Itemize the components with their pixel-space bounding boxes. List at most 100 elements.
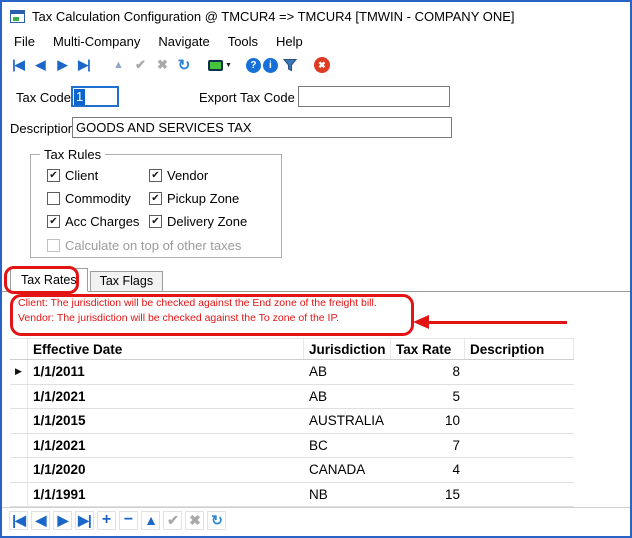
- header-jurisdiction[interactable]: Jurisdiction: [304, 339, 391, 359]
- cell-effective-date: 1/1/2011: [28, 360, 304, 384]
- rule-acc-charges: Acc Charges: [47, 214, 149, 229]
- cell-description: [465, 360, 574, 384]
- grid-nav-next-icon: ▶: [58, 512, 68, 529]
- table-row[interactable]: 1/1/2015 AUSTRALIA 10: [10, 409, 574, 434]
- dropdown-arrow-icon: ▼: [225, 62, 232, 69]
- tax-code-label: Tax Code: [16, 90, 71, 105]
- grid-up-button[interactable]: ▲: [141, 511, 160, 530]
- help-button[interactable]: ?: [246, 58, 261, 73]
- header-effective-date[interactable]: Effective Date: [28, 339, 304, 359]
- header-description[interactable]: Description: [465, 339, 574, 359]
- accept-button[interactable]: ✔: [130, 55, 150, 75]
- table-row[interactable]: 1/1/1991 NB 15: [10, 483, 574, 508]
- commodity-label: Commodity: [65, 191, 131, 206]
- cell-jurisdiction: CANADA: [304, 458, 391, 482]
- tab-tax-flags[interactable]: Tax Flags: [90, 271, 164, 292]
- cell-tax-rate: 4: [391, 458, 465, 482]
- tab-strip: Tax Rates Tax Flags: [2, 270, 630, 292]
- app-window: Tax Calculation Configuration @ TMCUR4 =…: [0, 0, 632, 538]
- rule-pickup-zone: Pickup Zone: [149, 191, 281, 206]
- delivery-zone-checkbox[interactable]: [149, 215, 162, 228]
- export-tax-code-input[interactable]: [298, 86, 450, 107]
- menu-bar: File Multi-Company Navigate Tools Help: [2, 30, 630, 52]
- cancel-button[interactable]: ✖: [152, 55, 172, 75]
- grid-accept-button[interactable]: ✔: [163, 511, 182, 530]
- description-input[interactable]: [72, 117, 452, 138]
- close-button[interactable]: ✖: [314, 57, 330, 73]
- cell-description: [465, 483, 574, 507]
- grid-check-icon: ✔: [167, 512, 178, 529]
- tax-rules-grid: Client Vendor Commodity Pickup Zone Acc …: [31, 155, 281, 229]
- tax-code-input[interactable]: 1: [71, 86, 119, 107]
- header-tax-rate[interactable]: Tax Rate: [391, 339, 465, 359]
- screen-select-button[interactable]: ▼: [208, 55, 232, 75]
- menu-file[interactable]: File: [5, 32, 44, 51]
- cell-tax-rate: 15: [391, 483, 465, 507]
- tax-rates-table: Effective Date Jurisdiction Tax Rate Des…: [10, 338, 574, 507]
- grid-nav-next-button[interactable]: ▶: [53, 511, 72, 530]
- info-button[interactable]: i: [263, 58, 278, 73]
- cell-jurisdiction: NB: [304, 483, 391, 507]
- app-icon: [10, 10, 25, 23]
- pickup-zone-checkbox[interactable]: [149, 192, 162, 205]
- nav-prev-button[interactable]: ◀: [30, 55, 50, 75]
- table-row[interactable]: 1/1/2021 BC 7: [10, 434, 574, 459]
- grid-x-icon: ✖: [189, 512, 200, 529]
- table-header-row: Effective Date Jurisdiction Tax Rate Des…: [10, 338, 574, 360]
- rule-delivery-zone: Delivery Zone: [149, 214, 281, 229]
- window-title: Tax Calculation Configuration @ TMCUR4 =…: [32, 9, 515, 24]
- nav-prev-icon: ◀: [36, 57, 45, 73]
- pickup-zone-label: Pickup Zone: [167, 191, 239, 206]
- grid-cancel-button[interactable]: ✖: [185, 511, 204, 530]
- grid-refresh-icon: ↻: [211, 512, 222, 529]
- cell-jurisdiction: AUSTRALIA: [304, 409, 391, 433]
- form-area: Tax Code 1 Export Tax Code Description: [2, 78, 630, 144]
- client-checkbox[interactable]: [47, 169, 60, 182]
- grid-add-button[interactable]: +: [97, 511, 116, 530]
- screen-icon: [208, 60, 223, 71]
- nav-last-button[interactable]: ▶|: [74, 55, 94, 75]
- nav-first-icon: |◀: [12, 57, 24, 73]
- grid-nav-prev-icon: ◀: [36, 512, 46, 529]
- cell-effective-date: 1/1/2021: [28, 434, 304, 458]
- client-label: Client: [65, 168, 98, 183]
- cell-jurisdiction: BC: [304, 434, 391, 458]
- collapse-up-button[interactable]: ▲: [108, 55, 128, 75]
- filter-button[interactable]: [280, 55, 300, 75]
- rule-client: Client: [47, 168, 149, 183]
- grid-nav-last-button[interactable]: ▶|: [75, 511, 94, 530]
- table-row[interactable]: ▶ 1/1/2011 AB 8: [10, 360, 574, 385]
- grid-toolbar: |◀ ◀ ▶ ▶| + − ▲ ✔ ✖ ↻: [2, 507, 630, 532]
- nav-first-button[interactable]: |◀: [8, 55, 28, 75]
- grid-delete-button[interactable]: −: [119, 511, 138, 530]
- cell-jurisdiction: AB: [304, 385, 391, 409]
- tab-tax-rates[interactable]: Tax Rates: [10, 268, 88, 292]
- cell-tax-rate: 7: [391, 434, 465, 458]
- close-icon: ✖: [318, 60, 326, 71]
- tax-rules-groupbox: Tax Rules Client Vendor Commodity Pickup…: [30, 154, 282, 258]
- up-arrow-icon: ▲: [113, 59, 123, 71]
- funnel-icon: [283, 58, 297, 72]
- vendor-checkbox[interactable]: [149, 169, 162, 182]
- nav-next-icon: ▶: [58, 57, 67, 73]
- cell-effective-date: 1/1/2015: [28, 409, 304, 433]
- nav-next-button[interactable]: ▶: [52, 55, 72, 75]
- grid-up-arrow-icon: ▲: [144, 512, 157, 528]
- menu-tools[interactable]: Tools: [219, 32, 267, 51]
- menu-help[interactable]: Help: [267, 32, 312, 51]
- grid-nav-first-button[interactable]: |◀: [9, 511, 28, 530]
- table-row[interactable]: 1/1/2020 CANADA 4: [10, 458, 574, 483]
- acc-charges-checkbox[interactable]: [47, 215, 60, 228]
- grid-nav-prev-button[interactable]: ◀: [31, 511, 50, 530]
- grid-refresh-button[interactable]: ↻: [207, 511, 226, 530]
- menu-multi-company[interactable]: Multi-Company: [44, 32, 149, 51]
- calculate-on-top-checkbox: [47, 239, 60, 252]
- refresh-button[interactable]: ↻: [174, 55, 194, 75]
- description-label: Description: [10, 121, 75, 136]
- row-selector-cell: [10, 409, 28, 433]
- acc-charges-label: Acc Charges: [65, 214, 139, 229]
- commodity-checkbox[interactable]: [47, 192, 60, 205]
- grid-nav-first-icon: |◀: [12, 512, 25, 529]
- menu-navigate[interactable]: Navigate: [149, 32, 218, 51]
- table-row[interactable]: 1/1/2021 AB 5: [10, 385, 574, 410]
